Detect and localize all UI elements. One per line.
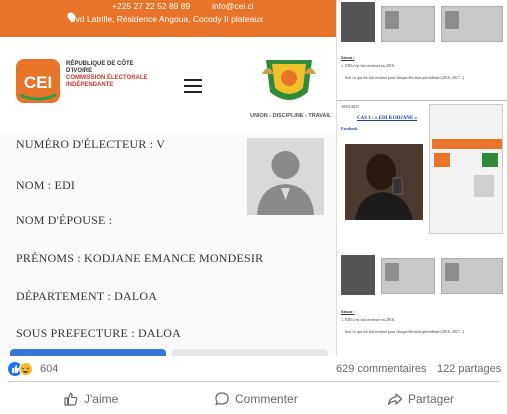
comment-button[interactable]: Commenter (214, 388, 298, 410)
field-voter-number: NUMÉRO D'ÉLECTEUR : V (16, 137, 166, 151)
reaction-count[interactable]: 604 (40, 363, 58, 375)
id-card-photo (441, 6, 503, 42)
facebook-label: Facebook (341, 126, 358, 131)
post-image-right[interactable]: Saison : 1. EDI s'est fait recenser en 2… (336, 0, 507, 356)
doc-line: Soit ce qui fut fait recensé pour chaque… (345, 75, 465, 80)
hamburger-menu-icon[interactable] (184, 79, 202, 93)
motto: UNION - DISCIPLINE - TRAVAIL (250, 113, 332, 119)
doc-date: 18/03/2025 (341, 104, 360, 109)
thumbs-up-icon (64, 392, 78, 406)
doc-line: Soit ce qui fut fait recensé pour chaque… (345, 329, 465, 334)
like-label: J'aime (84, 392, 119, 406)
reactions-bar: 604 629 commentaires 122 partages (0, 356, 507, 382)
comment-icon (215, 392, 229, 406)
reaction-icons[interactable] (8, 362, 36, 376)
field-name: NOM : EDI (16, 178, 76, 192)
case-title: CAS 1 : « EDI KODJANE » (357, 116, 418, 121)
share-button[interactable]: Partager (387, 388, 454, 410)
field-first-names: PRÉNOMS : KODJANE EMANCE MONDESIR (16, 251, 264, 265)
portrait-photo (341, 2, 375, 42)
cei-org-name: RÉPUBLIQUE DE CÔTE D'IVOIRE COMMISSION É… (66, 61, 148, 88)
field-department: DÉPARTEMENT : DALOA (16, 289, 158, 303)
profile-photo (345, 144, 423, 220)
laugh-reaction-icon (19, 362, 33, 376)
portrait-photo (341, 255, 375, 295)
cei-header: CEI RÉPUBLIQUE DE CÔTE D'IVOIRE COMMISSI… (0, 37, 336, 133)
doc-line: 1. EDI s'est fait recenser en 2016. (341, 63, 395, 68)
shares-count[interactable]: 122 partages (437, 363, 501, 375)
cei-logo-icon: CEI (16, 59, 60, 103)
doc-heading: Saison : (341, 55, 355, 60)
share-label: Partager (408, 392, 455, 406)
post-image-left[interactable]: +225 27 22 52 89 89 info@cei.ci Bvd Latr… (0, 0, 336, 356)
divider (337, 100, 507, 101)
gray-button[interactable] (172, 349, 328, 356)
field-sub-prefecture: SOUS PREFECTURE : DALOA (16, 326, 181, 340)
comment-label: Commenter (235, 392, 298, 406)
cei-screenshot-thumbnail (429, 104, 503, 234)
post-actions: J'aime Commenter Partager (0, 382, 507, 414)
contact-bar: +225 27 22 52 89 89 info@cei.ci Bvd Latr… (0, 0, 336, 37)
contact-address: Bvd Latrille, Résidence Angoua, Cocody I… (70, 14, 264, 24)
field-spouse-name: NOM D'ÉPOUSE : (16, 213, 113, 227)
id-card-photo (381, 258, 435, 294)
contact-phone: +225 27 22 52 89 89 (112, 1, 191, 11)
comments-count[interactable]: 629 commentaires (336, 363, 427, 375)
id-card-photo (381, 6, 435, 42)
coat-of-arms-icon (262, 60, 316, 100)
share-icon (387, 393, 403, 406)
svg-text:CEI: CEI (24, 73, 52, 92)
doc-heading: Saison : (341, 309, 355, 314)
contact-email: info@cei.ci (212, 1, 254, 11)
avatar-placeholder-icon (247, 138, 324, 215)
doc-line: 1. EDI s'est fait recenser en 2016. (341, 317, 395, 322)
like-button[interactable]: J'aime (63, 388, 118, 410)
id-card-photo (441, 258, 503, 294)
blue-button[interactable] (10, 349, 166, 356)
